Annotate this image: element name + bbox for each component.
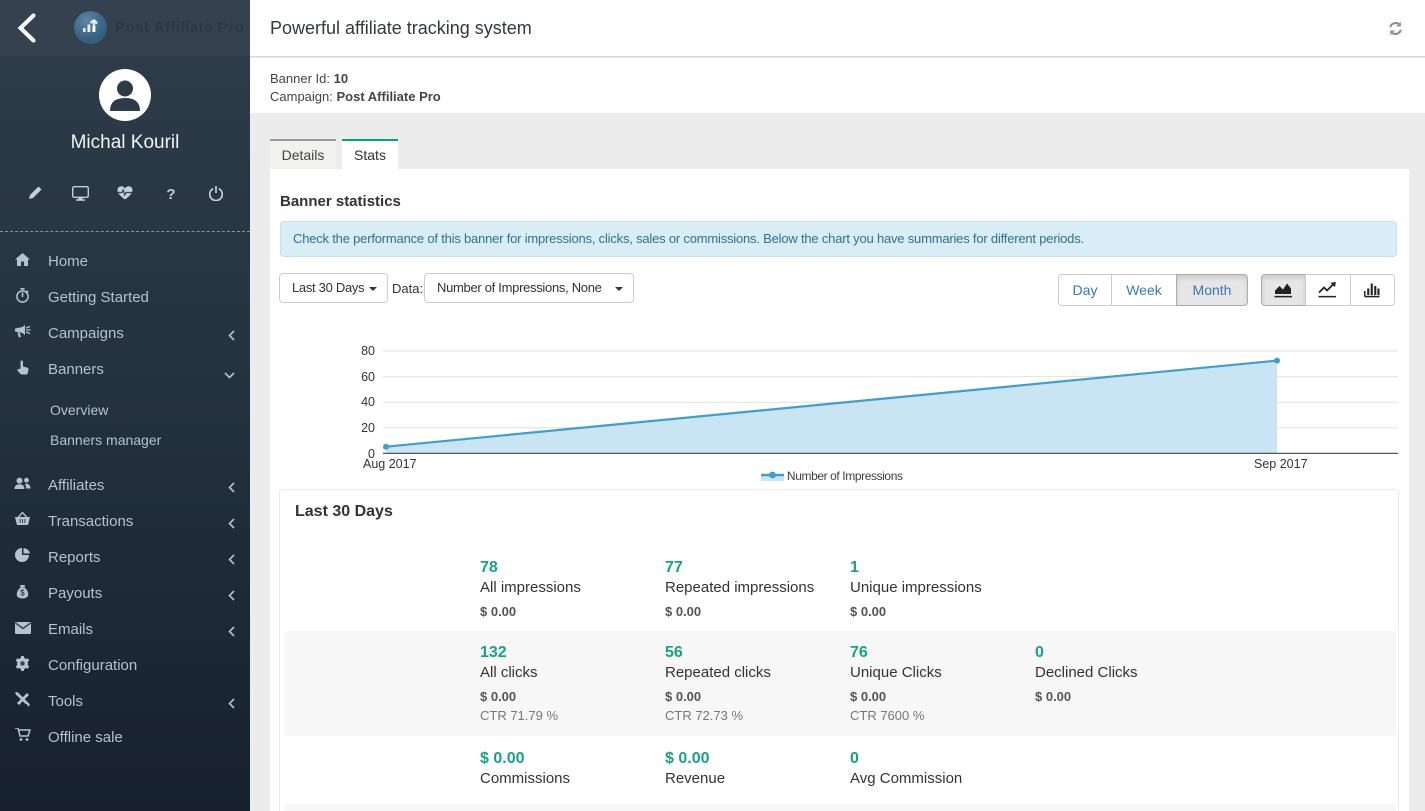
svg-text:$: $ — [20, 588, 25, 597]
